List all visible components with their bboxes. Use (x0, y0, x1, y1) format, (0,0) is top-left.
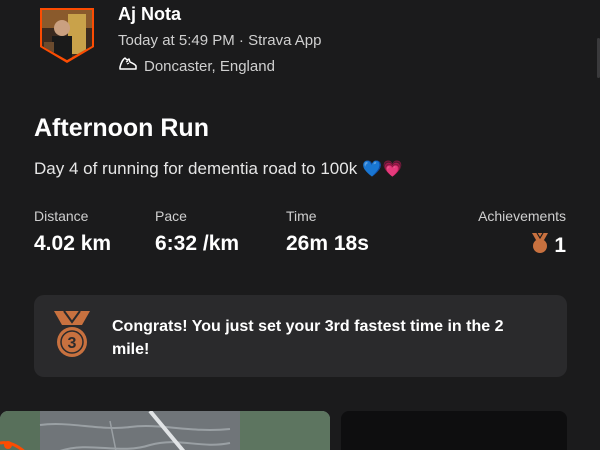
distance-value: 4.02 km (34, 232, 112, 255)
activity-timestamp: Today at 5:49 PM · Strava App (118, 32, 322, 49)
description-text: Day 4 of running for dementia road to 10… (34, 159, 358, 178)
activity-title: Afternoon Run (34, 114, 209, 142)
running-shoe-icon (118, 56, 138, 77)
hearts-emoji: 💙💗 (361, 161, 404, 178)
avatar-badge-icon (40, 8, 94, 63)
location-row: Doncaster, England (118, 56, 275, 77)
achievements-value: 1 (554, 234, 566, 257)
achievements-label: Achievements (478, 208, 566, 224)
pace-value: 6:32 /km (155, 232, 240, 255)
medal-icon (530, 232, 550, 260)
time-value: 26m 18s (286, 232, 369, 255)
medal-rank-number: 3 (68, 335, 77, 352)
pace-label: Pace (155, 208, 187, 224)
activity-page: Aj Nota Today at 5:49 PM · Strava App Do… (0, 0, 600, 450)
athlete-avatar[interactable] (38, 6, 96, 64)
activity-photo[interactable] (341, 411, 567, 450)
third-place-medal-icon: 3 (50, 309, 94, 366)
time-label: Time (286, 208, 317, 224)
congrats-message: Congrats! You just set your 3rd fastest … (112, 318, 504, 358)
activity-description: Day 4 of running for dementia road to 10… (34, 159, 404, 179)
route-map[interactable] (0, 411, 330, 450)
achievements-count[interactable]: 1 (530, 232, 566, 260)
distance-label: Distance (34, 208, 89, 224)
location-text: Doncaster, England (144, 58, 275, 75)
congrats-card[interactable]: 3 Congrats! You just set your 3rd fastes… (34, 295, 567, 377)
athlete-name[interactable]: Aj Nota (118, 4, 181, 25)
